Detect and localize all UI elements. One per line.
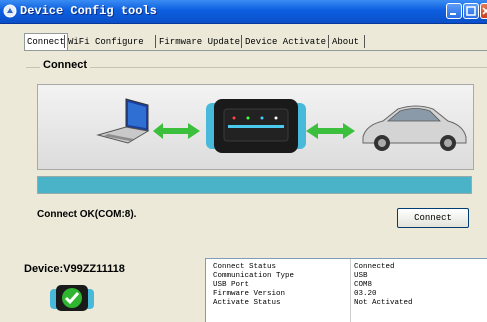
minimize-icon	[450, 13, 456, 15]
tab-separator	[364, 35, 365, 48]
minimize-button[interactable]	[446, 3, 462, 19]
info-key: USB Port	[213, 281, 250, 289]
info-key: Firmware Version	[213, 290, 286, 298]
laptop-icon	[96, 98, 150, 144]
device-name: Device:V99ZZ11118	[24, 263, 125, 275]
tab-firmware-update[interactable]: Firmware Update	[157, 35, 242, 49]
connect-button[interactable]: Connect	[397, 208, 469, 228]
info-value: 03.20	[354, 290, 377, 298]
device-status-icon	[50, 285, 94, 311]
info-key: Connect Status	[213, 263, 277, 271]
title-bar[interactable]: Device Config tools	[0, 0, 487, 24]
info-row: Connect Status Connected	[206, 263, 487, 272]
info-value: Not Activated	[354, 299, 413, 307]
arrow-icon	[153, 123, 200, 139]
close-button[interactable]	[480, 3, 487, 19]
window-title: Device Config tools	[20, 4, 157, 18]
device-info-table: Connect Status Connected Communication T…	[205, 258, 487, 322]
tab-separator	[155, 35, 156, 48]
tab-separator	[328, 35, 329, 48]
tab-device-activate[interactable]: Device Activate	[243, 35, 328, 49]
info-row: USB Port COM8	[206, 281, 487, 290]
connect-status-message: Connect OK(COM:8).	[37, 209, 137, 220]
checkmark-icon	[62, 288, 82, 308]
tab-about[interactable]: About	[330, 35, 361, 49]
connection-diagram	[37, 84, 474, 170]
app-icon	[3, 4, 17, 18]
info-row: Activate Status Not Activated	[206, 299, 487, 308]
info-value: COM8	[354, 281, 373, 289]
info-value: USB	[354, 272, 368, 280]
info-value: Connected	[354, 263, 395, 271]
info-row: Firmware Version 03.20	[206, 290, 487, 299]
maximize-button[interactable]	[463, 3, 479, 19]
tab-connect[interactable]: Connect	[24, 33, 68, 50]
info-key: Communication Type	[213, 272, 295, 280]
info-key: Activate Status	[213, 299, 281, 307]
tab-separator	[64, 35, 65, 48]
maximize-icon	[466, 6, 476, 16]
car-icon	[362, 105, 467, 151]
group-divider	[26, 67, 487, 68]
tab-separator	[241, 35, 242, 48]
group-label-connect: Connect	[40, 59, 90, 71]
app-window: Device Config tools Connect WiFi Configu…	[0, 0, 487, 322]
connection-progress-bar	[37, 176, 472, 194]
close-icon	[482, 7, 487, 15]
arrow-icon	[306, 123, 355, 139]
info-row: Communication Type USB	[206, 272, 487, 281]
obd-device-icon	[206, 99, 306, 153]
tab-wifi-configure[interactable]: WiFi Configure	[66, 35, 146, 49]
